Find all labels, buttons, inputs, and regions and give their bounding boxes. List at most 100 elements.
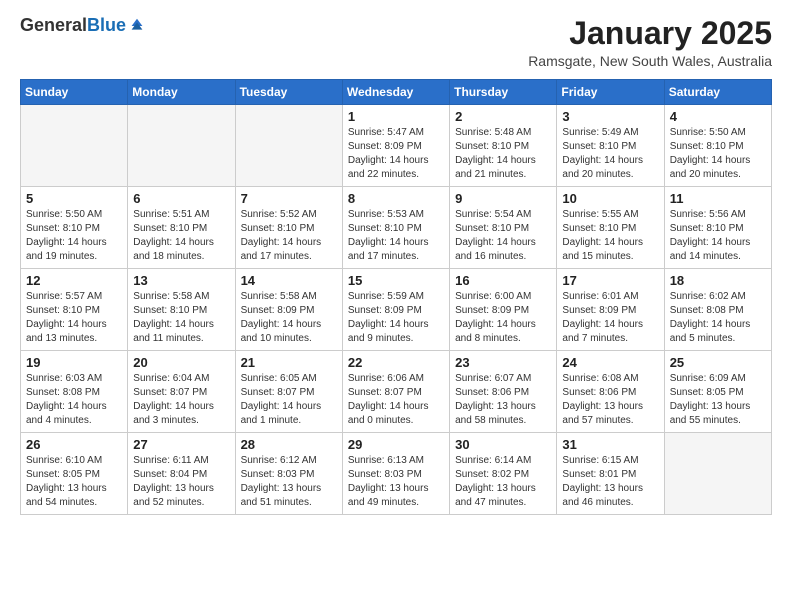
table-row: 23 Sunrise: 6:07 AM Sunset: 8:06 PM Dayli…: [450, 351, 557, 433]
day-info: Sunrise: 6:05 AM Sunset: 8:07 PM Dayligh…: [241, 372, 337, 428]
day-number: 22: [348, 355, 444, 370]
day-info: Sunrise: 5:54 AM Sunset: 8:10 PM Dayligh…: [455, 208, 551, 264]
header-thursday: Thursday: [450, 80, 557, 105]
day-number: 1: [348, 109, 444, 124]
day-info: Sunrise: 6:03 AM Sunset: 8:08 PM Dayligh…: [26, 372, 122, 428]
day-info: Sunrise: 5:58 AM Sunset: 8:09 PM Dayligh…: [241, 290, 337, 346]
day-number: 23: [455, 355, 551, 370]
table-row: 27Sunrise: 6:11 AM Sunset: 8:04 PM Dayli…: [128, 433, 235, 515]
table-row: 14 Sunrise: 5:58 AM Sunset: 8:09 PM Dayli…: [235, 269, 342, 351]
day-info: Sunrise: 5:56 AM Sunset: 8:10 PM Dayligh…: [670, 208, 766, 264]
day-info: Sunrise: 5:55 AM Sunset: 8:10 PM Dayligh…: [562, 208, 658, 264]
calendar-week-row: 5 Sunrise: 5:50 AM Sunset: 8:10 PM Daylig…: [21, 187, 772, 269]
table-row: 10 Sunrise: 5:55 AM Sunset: 8:10 PM Dayli…: [557, 187, 664, 269]
day-info: Sunrise: 5:50 AM Sunset: 8:10 PM Dayligh…: [26, 208, 122, 264]
day-info: Sunrise: 5:52 AM Sunset: 8:10 PM Dayligh…: [241, 208, 337, 264]
day-number: 16: [455, 273, 551, 288]
location-title: Ramsgate, New South Wales, Australia: [528, 53, 772, 69]
logo: GeneralBlue: [20, 16, 146, 36]
month-title: January 2025: [528, 16, 772, 51]
day-number: 5: [26, 191, 122, 206]
day-info: Sunrise: 5:59 AM Sunset: 8:09 PM Dayligh…: [348, 290, 444, 346]
table-row: 17Sunrise: 6:01 AM Sunset: 8:09 PM Dayli…: [557, 269, 664, 351]
table-row: 2Sunrise: 5:48 AM Sunset: 8:10 PM Daylig…: [450, 105, 557, 187]
day-number: 24: [562, 355, 658, 370]
table-row: 21 Sunrise: 6:05 AM Sunset: 8:07 PM Dayli…: [235, 351, 342, 433]
day-number: 4: [670, 109, 766, 124]
table-row: 3 Sunrise: 5:49 AM Sunset: 8:10 PM Daylig…: [557, 105, 664, 187]
calendar-week-row: 12Sunrise: 5:57 AM Sunset: 8:10 PM Dayli…: [21, 269, 772, 351]
day-info: Sunrise: 5:50 AM Sunset: 8:10 PM Dayligh…: [670, 126, 766, 182]
day-info: Sunrise: 5:57 AM Sunset: 8:10 PM Dayligh…: [26, 290, 122, 346]
table-row: 13 Sunrise: 5:58 AM Sunset: 8:10 PM Dayli…: [128, 269, 235, 351]
table-row: 11 Sunrise: 5:56 AM Sunset: 8:10 PM Dayli…: [664, 187, 771, 269]
day-number: 28: [241, 437, 337, 452]
table-row: 26 Sunrise: 6:10 AM Sunset: 8:05 PM Dayli…: [21, 433, 128, 515]
day-info: Sunrise: 6:00 AM Sunset: 8:09 PM Dayligh…: [455, 290, 551, 346]
day-number: 15: [348, 273, 444, 288]
header: GeneralBlue January 2025 Ramsgate, New S…: [20, 16, 772, 69]
day-number: 21: [241, 355, 337, 370]
table-row: [235, 105, 342, 187]
title-block: January 2025 Ramsgate, New South Wales, …: [528, 16, 772, 69]
table-row: 9 Sunrise: 5:54 AM Sunset: 8:10 PM Daylig…: [450, 187, 557, 269]
day-number: 3: [562, 109, 658, 124]
day-number: 6: [133, 191, 229, 206]
table-row: 18Sunrise: 6:02 AM Sunset: 8:08 PM Dayli…: [664, 269, 771, 351]
day-info: Sunrise: 5:48 AM Sunset: 8:10 PM Dayligh…: [455, 126, 551, 182]
day-number: 8: [348, 191, 444, 206]
day-number: 17: [562, 273, 658, 288]
calendar-week-row: 1 Sunrise: 5:47 AM Sunset: 8:09 PM Daylig…: [21, 105, 772, 187]
table-row: 20 Sunrise: 6:04 AM Sunset: 8:07 PM Dayli…: [128, 351, 235, 433]
day-number: 7: [241, 191, 337, 206]
table-row: [664, 433, 771, 515]
day-info: Sunrise: 5:47 AM Sunset: 8:09 PM Dayligh…: [348, 126, 444, 182]
header-wednesday: Wednesday: [342, 80, 449, 105]
day-info: Sunrise: 6:04 AM Sunset: 8:07 PM Dayligh…: [133, 372, 229, 428]
day-number: 14: [241, 273, 337, 288]
calendar-table: Sunday Monday Tuesday Wednesday Thursday…: [20, 79, 772, 515]
table-row: 4 Sunrise: 5:50 AM Sunset: 8:10 PM Daylig…: [664, 105, 771, 187]
day-info: Sunrise: 6:11 AM Sunset: 8:04 PM Dayligh…: [133, 454, 229, 510]
day-info: Sunrise: 6:15 AM Sunset: 8:01 PM Dayligh…: [562, 454, 658, 510]
day-info: Sunrise: 6:10 AM Sunset: 8:05 PM Dayligh…: [26, 454, 122, 510]
day-info: Sunrise: 6:09 AM Sunset: 8:05 PM Dayligh…: [670, 372, 766, 428]
day-info: Sunrise: 6:06 AM Sunset: 8:07 PM Dayligh…: [348, 372, 444, 428]
table-row: 12Sunrise: 5:57 AM Sunset: 8:10 PM Dayli…: [21, 269, 128, 351]
header-saturday: Saturday: [664, 80, 771, 105]
day-info: Sunrise: 5:51 AM Sunset: 8:10 PM Dayligh…: [133, 208, 229, 264]
header-friday: Friday: [557, 80, 664, 105]
header-tuesday: Tuesday: [235, 80, 342, 105]
header-sunday: Sunday: [21, 80, 128, 105]
day-number: 26: [26, 437, 122, 452]
day-number: 19: [26, 355, 122, 370]
calendar-week-row: 26 Sunrise: 6:10 AM Sunset: 8:05 PM Dayli…: [21, 433, 772, 515]
page: GeneralBlue January 2025 Ramsgate, New S…: [0, 0, 792, 531]
day-info: Sunrise: 6:07 AM Sunset: 8:06 PM Dayligh…: [455, 372, 551, 428]
table-row: 29Sunrise: 6:13 AM Sunset: 8:03 PM Dayli…: [342, 433, 449, 515]
day-info: Sunrise: 6:12 AM Sunset: 8:03 PM Dayligh…: [241, 454, 337, 510]
table-row: 24 Sunrise: 6:08 AM Sunset: 8:06 PM Dayli…: [557, 351, 664, 433]
table-row: [21, 105, 128, 187]
day-number: 20: [133, 355, 229, 370]
table-row: [128, 105, 235, 187]
day-info: Sunrise: 5:58 AM Sunset: 8:10 PM Dayligh…: [133, 290, 229, 346]
table-row: 19 Sunrise: 6:03 AM Sunset: 8:08 PM Dayli…: [21, 351, 128, 433]
table-row: 6 Sunrise: 5:51 AM Sunset: 8:10 PM Daylig…: [128, 187, 235, 269]
table-row: 16 Sunrise: 6:00 AM Sunset: 8:09 PM Dayli…: [450, 269, 557, 351]
calendar-week-row: 19 Sunrise: 6:03 AM Sunset: 8:08 PM Dayli…: [21, 351, 772, 433]
day-info: Sunrise: 5:53 AM Sunset: 8:10 PM Dayligh…: [348, 208, 444, 264]
table-row: 5 Sunrise: 5:50 AM Sunset: 8:10 PM Daylig…: [21, 187, 128, 269]
day-number: 18: [670, 273, 766, 288]
day-number: 11: [670, 191, 766, 206]
table-row: 22 Sunrise: 6:06 AM Sunset: 8:07 PM Dayli…: [342, 351, 449, 433]
day-info: Sunrise: 6:08 AM Sunset: 8:06 PM Dayligh…: [562, 372, 658, 428]
day-number: 10: [562, 191, 658, 206]
logo-general: General: [20, 15, 87, 35]
day-number: 13: [133, 273, 229, 288]
table-row: 8 Sunrise: 5:53 AM Sunset: 8:10 PM Daylig…: [342, 187, 449, 269]
day-info: Sunrise: 5:49 AM Sunset: 8:10 PM Dayligh…: [562, 126, 658, 182]
table-row: 15 Sunrise: 5:59 AM Sunset: 8:09 PM Dayli…: [342, 269, 449, 351]
day-number: 9: [455, 191, 551, 206]
table-row: 1 Sunrise: 5:47 AM Sunset: 8:09 PM Daylig…: [342, 105, 449, 187]
